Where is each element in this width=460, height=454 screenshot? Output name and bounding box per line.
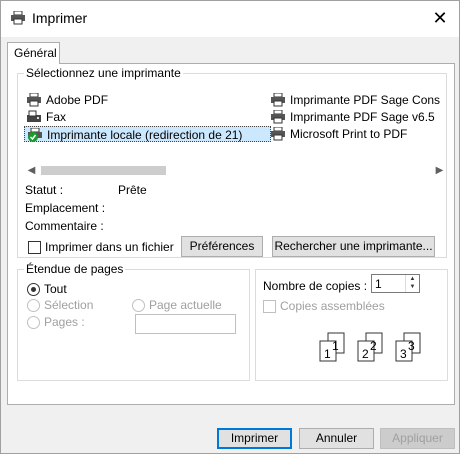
- printer-name: Microsoft Print to PDF: [290, 127, 408, 141]
- cancel-button[interactable]: Annuler: [299, 428, 374, 449]
- printer-name: Adobe PDF: [46, 93, 109, 107]
- printer-item-ms-pdf[interactable]: Microsoft Print to PDF: [268, 126, 407, 142]
- close-button[interactable]: ✕: [425, 5, 455, 31]
- collate-illustration: 1 1 2 2 3 3: [319, 332, 421, 362]
- printer-icon: [27, 93, 41, 107]
- printer-icon: [271, 93, 285, 107]
- status-label: Statut :: [25, 183, 64, 197]
- printer-list-scrollbar[interactable]: ◀ ▶: [24, 163, 447, 178]
- find-printer-button[interactable]: Rechercher une imprimante...: [272, 236, 435, 257]
- default-printer-icon: [28, 128, 42, 142]
- apply-button[interactable]: Appliquer: [380, 428, 455, 449]
- range-current-page-label[interactable]: Page actuelle: [149, 298, 222, 312]
- range-pages-radio[interactable]: [27, 316, 40, 329]
- location-label: Emplacement :: [25, 201, 106, 215]
- spin-down-icon[interactable]: ▼: [406, 283, 419, 291]
- range-selection-radio[interactable]: [27, 299, 40, 312]
- printer-group-legend: Sélectionnez une imprimante: [24, 66, 183, 80]
- scroll-right-icon[interactable]: ▶: [432, 163, 447, 178]
- fax-icon: [27, 110, 41, 122]
- tab-general[interactable]: Général: [7, 42, 60, 64]
- printer-group: Sélectionnez une imprimante Adobe PDF Fa…: [17, 66, 447, 258]
- printer-icon: [271, 110, 285, 124]
- printer-icon: [11, 11, 25, 25]
- preferences-button[interactable]: Préférences: [181, 236, 263, 257]
- collate-checkbox[interactable]: [263, 300, 276, 313]
- status-value: Prête: [118, 183, 147, 197]
- printer-name: Imprimante locale (redirection de 21): [47, 128, 243, 142]
- collate-label[interactable]: Copies assemblées: [280, 299, 385, 313]
- print-button[interactable]: Imprimer: [217, 428, 292, 449]
- range-current-page-radio[interactable]: [132, 299, 145, 312]
- collate-digit: 2: [370, 339, 377, 353]
- scrollbar-thumb[interactable]: [41, 166, 166, 175]
- page-range-legend: Étendue de pages: [24, 262, 126, 276]
- print-dialog: Imprimer ✕ Général Sélectionnez une impr…: [0, 0, 460, 454]
- spin-up-icon[interactable]: ▲: [406, 275, 419, 283]
- print-to-file-checkbox[interactable]: [28, 241, 41, 254]
- printer-icon: [271, 127, 285, 141]
- range-all-radio[interactable]: [27, 283, 40, 296]
- range-selection-label[interactable]: Sélection: [44, 298, 93, 312]
- printer-item-adobe-pdf[interactable]: Adobe PDF: [24, 92, 108, 108]
- close-icon: ✕: [432, 8, 448, 28]
- collate-digit: 3: [408, 339, 415, 353]
- page-range-group: Étendue de pages Tout Sélection Page act…: [17, 262, 250, 381]
- collate-digit: 1: [324, 347, 331, 361]
- range-pages-label[interactable]: Pages :: [44, 315, 85, 329]
- print-to-file-label[interactable]: Imprimer dans un fichier: [45, 240, 174, 254]
- window-title: Imprimer: [32, 10, 88, 26]
- printer-item-sage-v65[interactable]: Imprimante PDF Sage v6.5: [268, 109, 435, 125]
- printer-item-fax[interactable]: Fax: [24, 109, 66, 125]
- collate-digit: 1: [332, 339, 339, 353]
- printer-item-sage-cons[interactable]: Imprimante PDF Sage Cons: [268, 92, 440, 108]
- printer-list[interactable]: Adobe PDF Fax Imprimante locale (redirec…: [24, 89, 447, 161]
- spinner-buttons: ▲ ▼: [405, 275, 419, 292]
- comment-label: Commentaire :: [25, 219, 104, 233]
- printer-name: Fax: [46, 110, 67, 124]
- printer-name: Imprimante PDF Sage v6.5: [290, 110, 435, 124]
- range-all-label[interactable]: Tout: [44, 282, 67, 296]
- pages-input[interactable]: [135, 314, 236, 334]
- copies-count-value[interactable]: 1: [375, 277, 382, 291]
- copies-spinner[interactable]: 1 ▲ ▼: [371, 274, 420, 293]
- collate-digit: 3: [400, 347, 407, 361]
- title-bar: Imprimer ✕: [1, 1, 459, 37]
- collate-digit: 2: [362, 347, 369, 361]
- copies-count-label: Nombre de copies :: [263, 279, 368, 293]
- printer-name: Imprimante PDF Sage Cons: [290, 93, 441, 107]
- printer-item-local[interactable]: Imprimante locale (redirection de 21): [24, 126, 271, 142]
- scroll-left-icon[interactable]: ◀: [24, 163, 39, 178]
